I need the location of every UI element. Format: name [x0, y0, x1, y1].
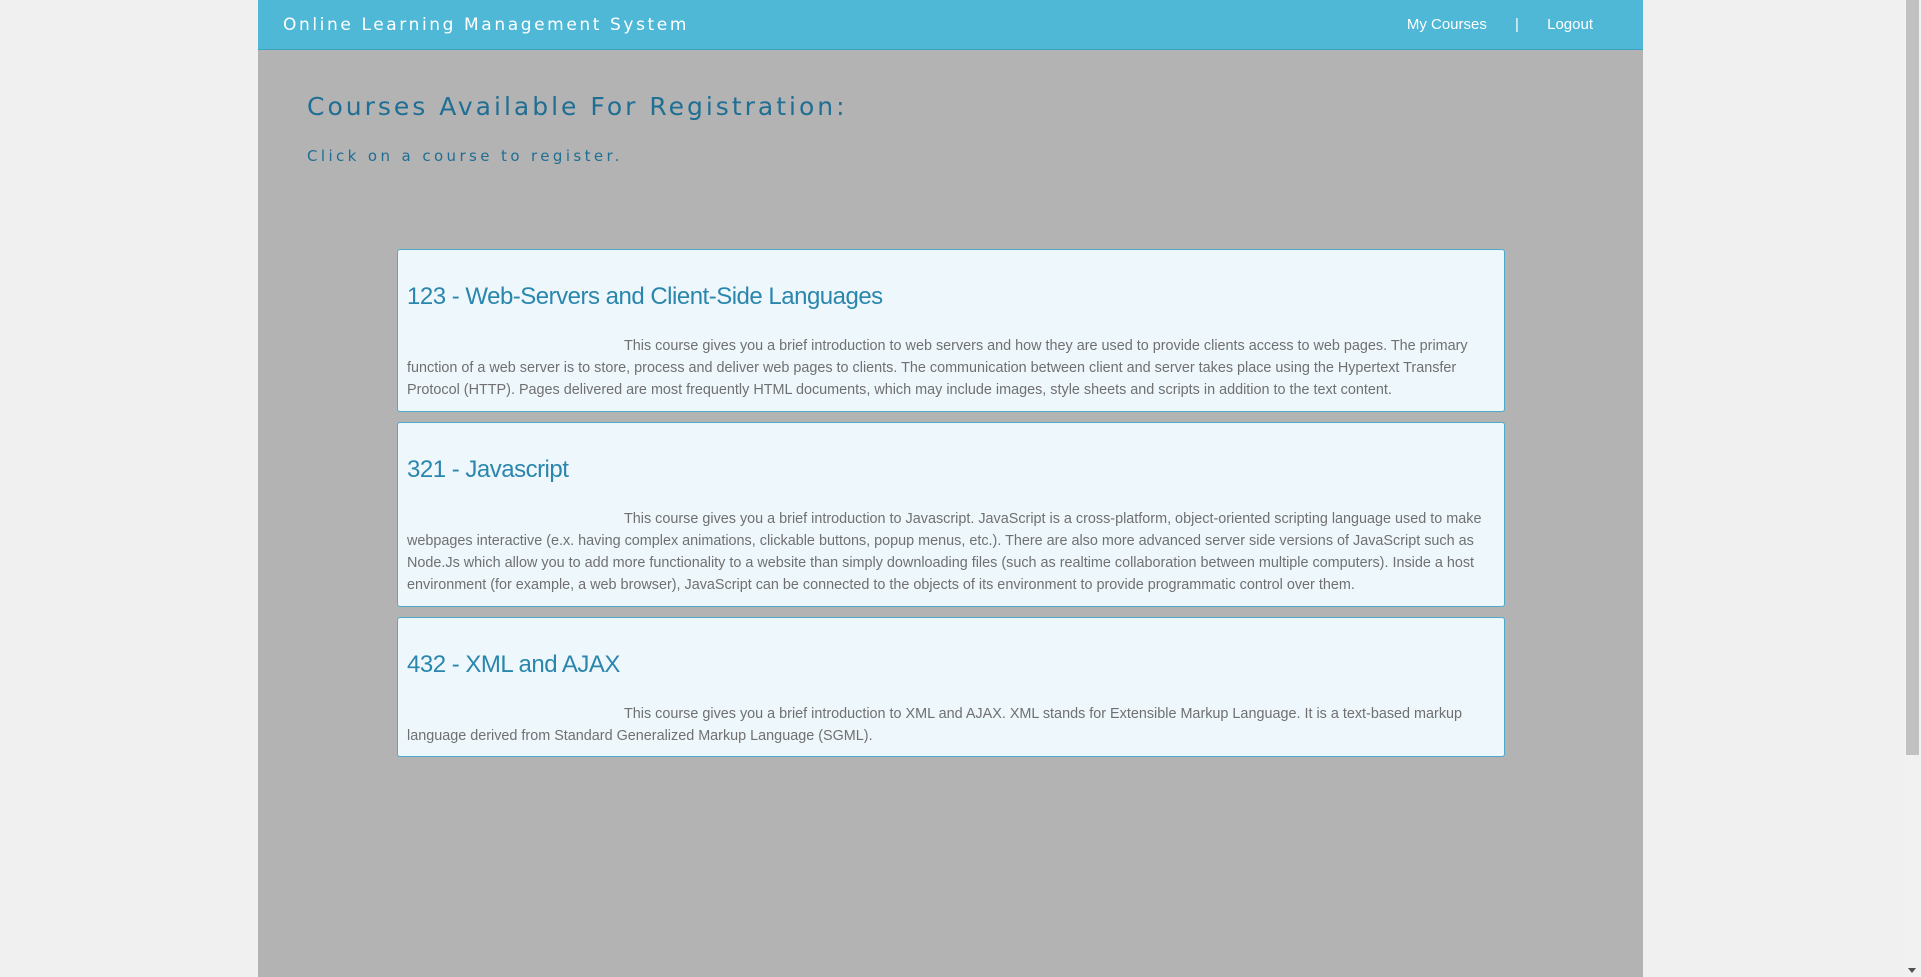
- nav-links: My Courses | Logout: [1407, 16, 1593, 33]
- course-description: This course gives you a brief introducti…: [407, 511, 1482, 593]
- course-title[interactable]: 123 - Web-Servers and Client-Side Langua…: [407, 283, 883, 311]
- page-title: Courses Available For Registration:: [307, 92, 848, 121]
- course-description: This course gives you a brief introducti…: [407, 338, 1468, 398]
- my-courses-link[interactable]: My Courses: [1407, 16, 1487, 33]
- scroll-down-arrow-icon[interactable]: [1908, 968, 1916, 973]
- course-card-123[interactable]: 123 - Web-Servers and Client-Side Langua…: [397, 249, 1505, 412]
- page-container: Online Learning Management System My Cou…: [258, 0, 1643, 977]
- nav-separator: |: [1515, 16, 1519, 33]
- course-description: This course gives you a brief introducti…: [407, 706, 1463, 744]
- course-title[interactable]: 321 - Javascript: [407, 456, 569, 484]
- course-title[interactable]: 432 - XML and AJAX: [407, 651, 620, 679]
- logout-link[interactable]: Logout: [1547, 16, 1593, 33]
- navbar: Online Learning Management System My Cou…: [258, 0, 1643, 50]
- page-instructions: Click on a course to register.: [307, 147, 623, 165]
- course-card-432[interactable]: 432 - XML and AJAX This course gives you…: [397, 617, 1505, 757]
- course-card-321[interactable]: 321 - Javascript This course gives you a…: [397, 422, 1505, 607]
- vertical-scrollbar[interactable]: [1904, 0, 1921, 977]
- scrollbar-thumb[interactable]: [1906, 0, 1919, 755]
- site-brand[interactable]: Online Learning Management System: [283, 15, 689, 35]
